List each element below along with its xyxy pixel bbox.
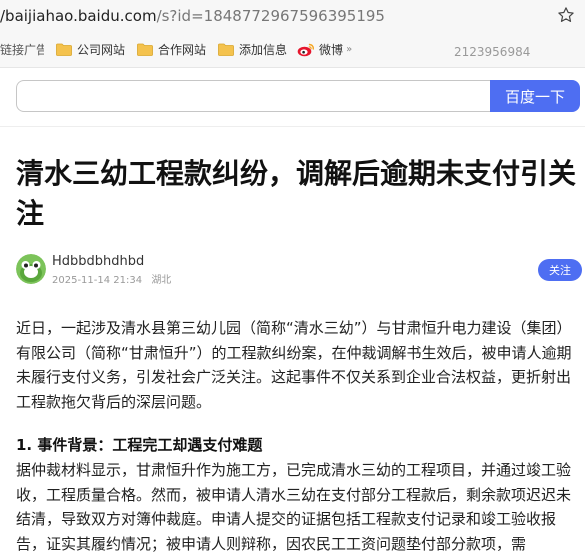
bookmark-weibo[interactable]: 微博 » [297, 38, 352, 62]
bookmark-company-site[interactable]: 公司网站 [56, 38, 125, 62]
url-host: /baijiahao.baidu.com [0, 7, 157, 25]
folder-icon [218, 43, 234, 56]
header-divider [0, 126, 585, 127]
bookmark-add-info[interactable]: 添加信息 [218, 38, 287, 62]
bookmark-label: 链接广告 [0, 43, 44, 57]
article-paragraph: 近日，一起涉及清水县第三幼儿园（简称“清水三幼”）与甘肃恒升电力建设（集团）有限… [16, 319, 572, 411]
bookmark-partner-site[interactable]: 合作网站 [137, 38, 206, 62]
avatar[interactable] [16, 254, 46, 284]
url-path: /s?id=1848772967596395195 [156, 7, 385, 25]
author-name[interactable]: Hdbbdbhdhbd [52, 254, 144, 269]
bookmark-star-icon[interactable] [557, 6, 575, 24]
bookmark-label: 公司网站 [77, 43, 126, 57]
bookmark-label: 合作网站 [158, 43, 207, 57]
bookmark-link-ads[interactable]: 链接广告 [0, 38, 44, 62]
article-body: 近日，一起涉及清水县第三幼儿园（简称“清水三幼”）与甘肃恒升电力建设（集团）有限… [16, 316, 584, 556]
search-bar: 百度一下 [16, 80, 580, 114]
chevron-right-icon: » [346, 44, 353, 55]
bookmark-label: 微博 [319, 43, 344, 57]
avatar-icon [16, 254, 46, 284]
follow-button[interactable]: 关注 [538, 259, 582, 281]
article-paragraph: 据仲裁材料显示，甘肃恒升作为施工方，已完成清水三幼的工程项目，并通过竣工验收，工… [16, 461, 572, 553]
publish-meta: 2025-11-14 21:34 湖北 [52, 271, 177, 286]
publish-location: 湖北 [151, 275, 172, 286]
weibo-icon [297, 43, 315, 56]
section-heading: 1. 事件背景：工程完工却遇支付难题 [16, 436, 263, 454]
folder-icon [56, 43, 72, 56]
address-bar[interactable]: /baijiahao.baidu.com/s?id=18487729675963… [0, 0, 585, 32]
search-input[interactable] [16, 80, 490, 112]
url-text[interactable]: /baijiahao.baidu.com/s?id=18487729675963… [0, 7, 385, 25]
article-title: 清水三幼工程款纠纷，调解后逾期未支付引关注 [16, 157, 577, 230]
author-row: Hdbbdbhdhbd 2025-11-14 21:34 湖北 关注 [16, 252, 582, 288]
bookmark-label: 添加信息 [239, 43, 288, 57]
search-button[interactable]: 百度一下 [490, 80, 580, 112]
bookmark-number: 2123956984 [454, 45, 531, 59]
folder-icon [137, 43, 153, 56]
publish-date: 2025-11-14 21:34 [52, 275, 143, 286]
